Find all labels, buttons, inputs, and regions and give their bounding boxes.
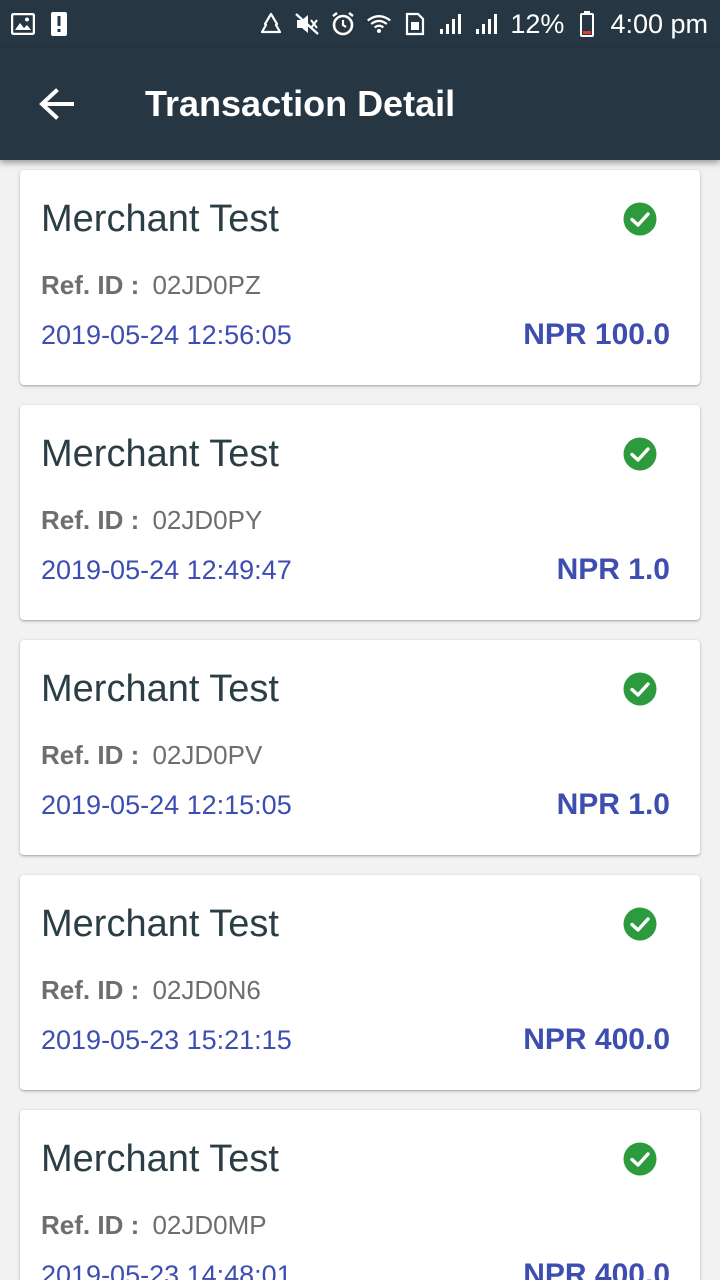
signal-icon bbox=[474, 11, 500, 37]
merchant-name: Merchant Test bbox=[41, 668, 279, 710]
recycle-icon bbox=[258, 11, 284, 37]
transaction-list[interactable]: Merchant Test Ref. ID : 02JD0PZ 2019-05-… bbox=[0, 160, 720, 1280]
ref-id: 02JD0PZ bbox=[152, 270, 261, 300]
battery-percent: 12% bbox=[510, 8, 565, 39]
image-icon bbox=[10, 11, 36, 37]
check-circle-icon bbox=[623, 437, 657, 471]
transaction-datetime: 2019-05-24 12:49:47 bbox=[41, 555, 292, 585]
transaction-card[interactable]: Merchant Test Ref. ID : 02JD0PV 2019-05-… bbox=[20, 640, 700, 855]
ref-label: Ref. ID : bbox=[41, 505, 140, 535]
transaction-card[interactable]: Merchant Test Ref. ID : 02JD0PY 2019-05-… bbox=[20, 405, 700, 620]
signal-icon bbox=[438, 11, 464, 37]
merchant-name: Merchant Test bbox=[41, 198, 279, 240]
ref-label: Ref. ID : bbox=[41, 740, 140, 770]
ref-row: Ref. ID : 02JD0MP bbox=[41, 1210, 267, 1241]
transaction-amount: NPR 400.0 bbox=[523, 1023, 670, 1056]
status-bar-right: 12% 4:00 pm bbox=[258, 9, 708, 40]
transaction-amount: NPR 100.0 bbox=[523, 318, 670, 351]
back-arrow-icon bbox=[39, 88, 74, 120]
alarm-icon bbox=[330, 11, 356, 37]
ref-row: Ref. ID : 02JD0PZ bbox=[41, 270, 261, 301]
status-bar: 12% 4:00 pm bbox=[0, 0, 720, 48]
page-title: Transaction Detail bbox=[145, 83, 456, 124]
app-bar: Transaction Detail bbox=[0, 48, 720, 160]
clock-time: 4:00 pm bbox=[610, 8, 708, 39]
ref-label: Ref. ID : bbox=[41, 1210, 140, 1240]
back-button[interactable] bbox=[0, 48, 112, 160]
ref-row: Ref. ID : 02JD0PV bbox=[41, 740, 262, 771]
transaction-datetime: 2019-05-24 12:15:05 bbox=[41, 790, 292, 820]
alert-icon bbox=[46, 11, 72, 37]
check-circle-icon bbox=[623, 1142, 657, 1176]
ref-label: Ref. ID : bbox=[41, 975, 140, 1005]
transaction-amount: NPR 400.0 bbox=[523, 1258, 670, 1280]
merchant-name: Merchant Test bbox=[41, 903, 279, 945]
transaction-datetime: 2019-05-23 15:21:15 bbox=[41, 1025, 292, 1055]
sim-icon bbox=[402, 11, 428, 37]
mute-icon bbox=[294, 11, 320, 37]
check-circle-icon bbox=[623, 907, 657, 941]
ref-label: Ref. ID : bbox=[41, 270, 140, 300]
transaction-datetime: 2019-05-24 12:56:05 bbox=[41, 320, 292, 350]
ref-id: 02JD0MP bbox=[152, 1210, 267, 1240]
merchant-name: Merchant Test bbox=[41, 1138, 279, 1180]
transaction-datetime: 2019-05-23 14:48:01 bbox=[41, 1260, 292, 1280]
transaction-amount: NPR 1.0 bbox=[556, 553, 670, 586]
transaction-amount: NPR 1.0 bbox=[556, 788, 670, 821]
transaction-card[interactable]: Merchant Test Ref. ID : 02JD0PZ 2019-05-… bbox=[20, 170, 700, 385]
status-bar-left bbox=[10, 11, 72, 37]
check-circle-icon bbox=[623, 202, 657, 236]
merchant-name: Merchant Test bbox=[41, 433, 279, 475]
ref-row: Ref. ID : 02JD0PY bbox=[41, 505, 262, 536]
battery-icon bbox=[574, 11, 600, 37]
check-circle-icon bbox=[623, 672, 657, 706]
ref-row: Ref. ID : 02JD0N6 bbox=[41, 975, 261, 1006]
ref-id: 02JD0PV bbox=[152, 740, 263, 770]
ref-id: 02JD0N6 bbox=[152, 975, 261, 1005]
transaction-card[interactable]: Merchant Test Ref. ID : 02JD0N6 2019-05-… bbox=[20, 875, 700, 1090]
transaction-card[interactable]: Merchant Test Ref. ID : 02JD0MP 2019-05-… bbox=[20, 1110, 700, 1280]
wifi-icon bbox=[366, 11, 392, 37]
ref-id: 02JD0PY bbox=[152, 505, 263, 535]
